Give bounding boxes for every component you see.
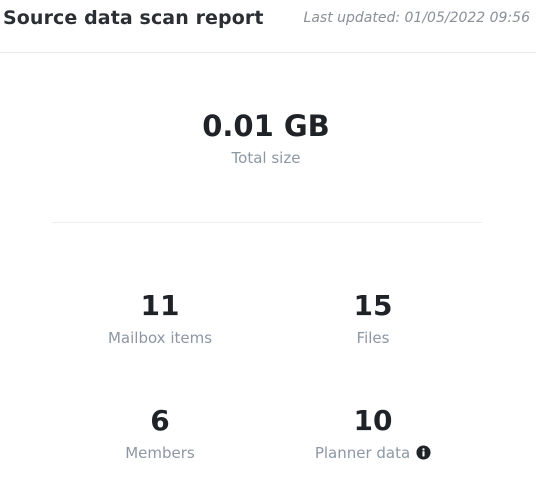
files-value: 15 (353, 289, 393, 322)
files-label: Files (356, 329, 390, 347)
mailbox-items-label: Mailbox items (107, 329, 213, 347)
members-value: 6 (150, 404, 170, 437)
members-stat: 6 Members (50, 403, 270, 463)
files-stat: 15 Files (263, 288, 483, 348)
report-title: Source data scan report (3, 7, 264, 29)
total-size-value: 0.01 GB (202, 109, 330, 143)
scan-report-panel: Source data scan report Last updated: 01… (0, 0, 536, 477)
planner-data-stat: 10 Planner data (263, 403, 483, 465)
report-header: Source data scan report Last updated: 01… (0, 0, 536, 53)
planner-data-caption: Planner data (263, 443, 483, 465)
mailbox-items-stat: 11 Mailbox items (50, 288, 270, 348)
total-size-label: Total size (231, 149, 301, 167)
members-label: Members (125, 444, 195, 462)
planner-data-value: 10 (353, 404, 393, 437)
last-updated-timestamp: Last updated: 01/05/2022 09:56 (303, 10, 530, 26)
mailbox-items-value: 11 (140, 289, 180, 322)
section-divider (52, 222, 482, 223)
total-size-stat: 0.01 GB Total size (0, 108, 532, 168)
planner-data-label: Planner data (314, 444, 411, 462)
info-icon[interactable] (416, 445, 431, 465)
